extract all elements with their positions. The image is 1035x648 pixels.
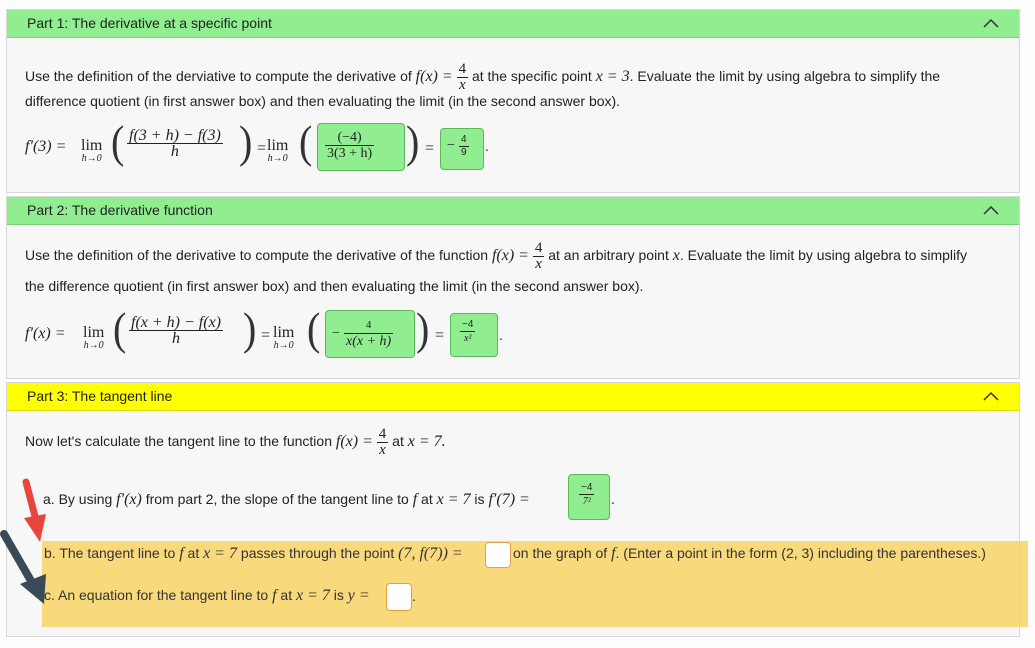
dark-arrow-icon xyxy=(0,530,46,604)
part3-item-a: a. By using f′(x) from part 2, the slope… xyxy=(43,491,530,508)
part3-answer-c-input[interactable] xyxy=(386,583,412,611)
part3-period-c: . xyxy=(412,588,416,604)
part2-answer1-sign: − xyxy=(332,326,340,341)
part1-answer1: (−4) 3(3 + h) xyxy=(325,130,375,161)
part1-intro-line2: difference quotient (in first answer box… xyxy=(25,93,621,109)
part2-eq1: = xyxy=(261,327,271,344)
part2-diff-quotient: f(x + h) − f(x) h xyxy=(129,314,223,347)
part1-lim2: lim h→0 xyxy=(267,137,289,164)
part2-header[interactable]: Part 2: The derivative function xyxy=(7,197,1019,225)
chevron-up-icon[interactable] xyxy=(983,205,999,215)
part1-diff-quotient: f(3 + h) − f(3) h xyxy=(127,127,223,160)
part2-paren-right: ) xyxy=(243,302,257,355)
part3-item-b: b. The tangent line to f at x = 7 passes… xyxy=(44,545,463,562)
part2-period: . xyxy=(499,327,503,343)
part3-intro: Now let's calculate the tangent line to … xyxy=(25,426,446,458)
part2-intro-line2: the difference quotient (in first answer… xyxy=(25,278,644,294)
part3-answer-b-input[interactable] xyxy=(485,542,511,568)
part1-answer2: 49 xyxy=(459,134,469,158)
part1-paren-right2: ) xyxy=(406,115,420,168)
part2-answer2: −4 x² xyxy=(460,319,476,344)
part2-lhs: f′(x) = xyxy=(25,325,66,342)
part1-panel: Part 1: The derivative at a specific poi… xyxy=(6,9,1020,193)
part3-title: Part 3: The tangent line xyxy=(27,388,173,404)
part2-lim: lim h→0 xyxy=(83,324,105,351)
part1-header[interactable]: Part 1: The derivative at a specific poi… xyxy=(7,10,1019,38)
part2-lim2: lim h→0 xyxy=(273,324,295,351)
chevron-up-icon[interactable] xyxy=(983,18,999,28)
part2-eq2: = xyxy=(435,327,445,344)
part1-lhs: f′(3) = xyxy=(25,138,67,155)
part3-item-c: c. An equation for the tangent line to f… xyxy=(44,587,370,604)
part3-item-b-tail: on the graph of f. (Enter a point in the… xyxy=(513,545,986,562)
part3-header[interactable]: Part 3: The tangent line xyxy=(7,383,1019,411)
part1-paren-right: ) xyxy=(239,115,253,168)
part1-intro: Use the definition of the derviative to … xyxy=(25,61,941,93)
part1-title: Part 1: The derivative at a specific poi… xyxy=(27,15,272,31)
part2-panel: Part 2: The derivative function Use the … xyxy=(6,196,1020,379)
part1-paren-left2: ( xyxy=(299,115,313,168)
part2-paren-left: ( xyxy=(113,302,127,355)
part1-paren-left: ( xyxy=(111,115,125,168)
part2-intro: Use the definition of the derivative to … xyxy=(25,240,967,272)
part2-paren-right2: ) xyxy=(416,302,430,355)
part3-period-a: . xyxy=(611,491,615,507)
part1-eq1: = xyxy=(257,140,267,157)
part1-eq2: = xyxy=(425,140,435,157)
part1-answer2-sign: − xyxy=(447,138,455,153)
part2-paren-left2: ( xyxy=(307,302,321,355)
part1-period: . xyxy=(485,138,489,154)
part2-title: Part 2: The derivative function xyxy=(27,202,213,218)
part1-lim: lim h→0 xyxy=(81,137,103,164)
part3-answer-a: −4 7² xyxy=(579,482,595,507)
part2-answer1: 4 x(x + h) xyxy=(344,319,394,349)
chevron-up-icon[interactable] xyxy=(983,391,999,401)
